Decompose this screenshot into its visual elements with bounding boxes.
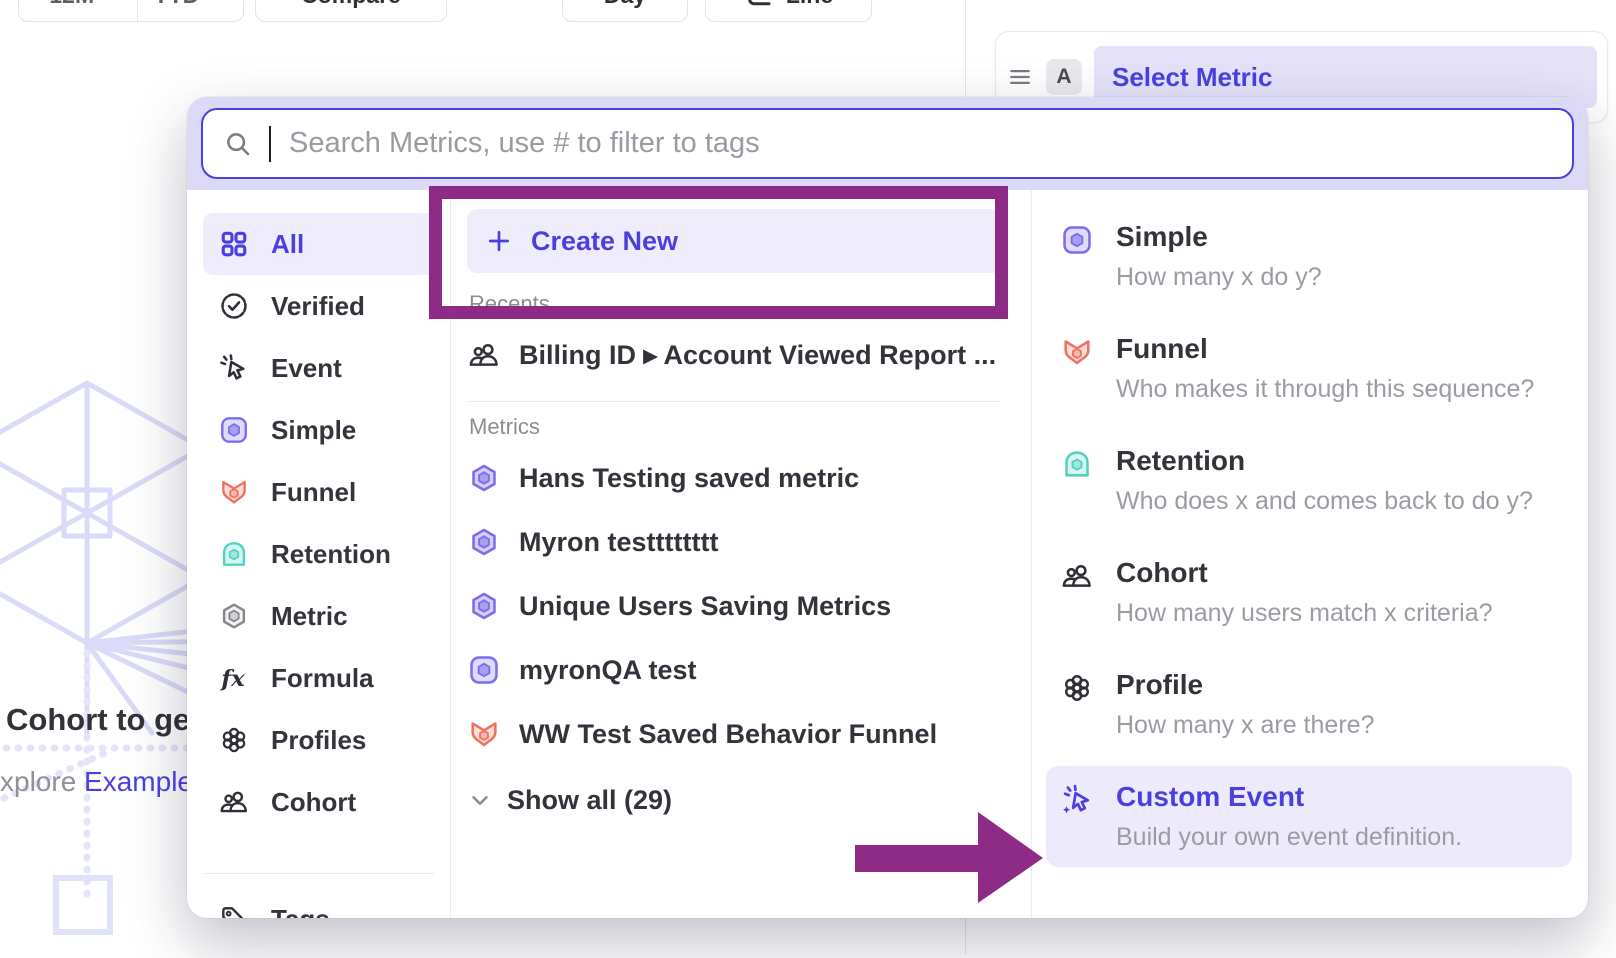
search-input[interactable] [287,126,1552,161]
simple-metric-icon [217,413,251,447]
cohort-people-icon [467,338,501,372]
text-cursor [269,126,271,162]
simple-metric-icon [467,653,501,687]
sidebar-item-retention[interactable]: Retention [203,523,438,585]
background-heading-fragment: Cohort to ge [6,702,190,738]
create-new-highlight-box [429,186,1008,319]
sidebar-item-all[interactable]: All [203,213,438,275]
metric-item[interactable]: Myron testttttttt [467,510,1001,574]
explore-text-fragment: xplore [0,766,76,797]
interval-day-button[interactable]: Day [562,0,688,22]
hexagon-metric-icon [467,461,501,495]
compare-button[interactable]: Compare [255,0,447,22]
metrics-header: Metrics [469,414,1001,440]
metric-item[interactable]: Hans Testing saved metric [467,446,1001,510]
type-simple[interactable]: Simple How many x do y? [1046,206,1572,307]
profiles-flower-icon [217,723,251,757]
search-box[interactable] [201,108,1574,179]
sidebar-item-verified[interactable]: Verified [203,275,438,337]
sidebar-item-cohort[interactable]: Cohort [203,771,438,833]
retention-icon [1060,447,1094,481]
date-range-segmented-control: 12M YTD [18,0,244,22]
hexagon-metric-icon [467,589,501,623]
tag-icon [217,902,251,918]
sidebar-divider [205,873,434,874]
type-retention[interactable]: Retention Who does x and comes back to d… [1046,430,1572,531]
sidebar-item-profiles[interactable]: Profiles [203,709,438,771]
sidebar-item-formula[interactable]: Formula [203,647,438,709]
simple-metric-icon [1060,223,1094,257]
retention-icon [217,537,251,571]
grid-icon [217,227,251,261]
type-profile[interactable]: Profile How many x are there? [1046,654,1572,755]
sidebar-item-tags-partial[interactable]: Tags [203,888,438,918]
sidebar-item-metric[interactable]: Metric [203,585,438,647]
type-custom-event[interactable]: Custom Event Build your own event defini… [1046,766,1572,867]
hexagon-metric-icon [467,525,501,559]
verified-badge-icon [217,289,251,323]
chevron-down-icon [467,787,493,813]
search-icon [223,129,253,159]
metric-item[interactable]: myronQA test [467,638,1001,702]
type-cohort[interactable]: Cohort How many users match x criteria? [1046,542,1572,643]
search-strip [187,97,1588,190]
filter-sidebar: All Verified Event Simple Funnel Retenti… [187,190,451,918]
funnel-icon [1060,335,1094,369]
range-ytd-button[interactable]: YTD [137,0,244,21]
sidebar-item-funnel[interactable]: Funnel [203,461,438,523]
cohort-people-icon [217,785,251,819]
range-12m-button[interactable]: 12M [19,0,125,21]
drag-handle-icon[interactable] [1006,63,1034,91]
metric-item[interactable]: WW Test Saved Behavior Funnel [467,702,1001,766]
series-a-badge: A [1046,59,1082,95]
type-funnel[interactable]: Funnel Who makes it through this sequenc… [1046,318,1572,419]
profiles-flower-icon [1060,671,1094,705]
funnel-icon [217,475,251,509]
metric-item[interactable]: Unique Users Saving Metrics [467,574,1001,638]
formula-fx-icon [217,661,251,695]
metric-hexagon-icon [217,599,251,633]
metric-types-column: Simple How many x do y? Funnel Who makes… [1032,190,1588,918]
custom-event-cursor-icon [1060,783,1094,817]
sidebar-item-simple[interactable]: Simple [203,399,438,461]
chevron-down-icon [207,0,227,5]
funnel-icon [467,717,501,751]
cohort-people-icon [1060,559,1094,593]
metric-selector-screen: { "toolbar": { "time_12m": "12M", "time_… [0,0,1616,954]
recent-item-billing-id[interactable]: Billing ID ▸ Account Viewed Report ... [467,323,1001,387]
sidebar-item-event[interactable]: Event [203,337,438,399]
custom-event-arrow [850,800,1050,910]
event-cursor-icon [217,351,251,385]
line-chart-icon [744,0,774,10]
chart-type-line-button[interactable]: Line [705,0,872,22]
list-divider [467,401,1001,402]
